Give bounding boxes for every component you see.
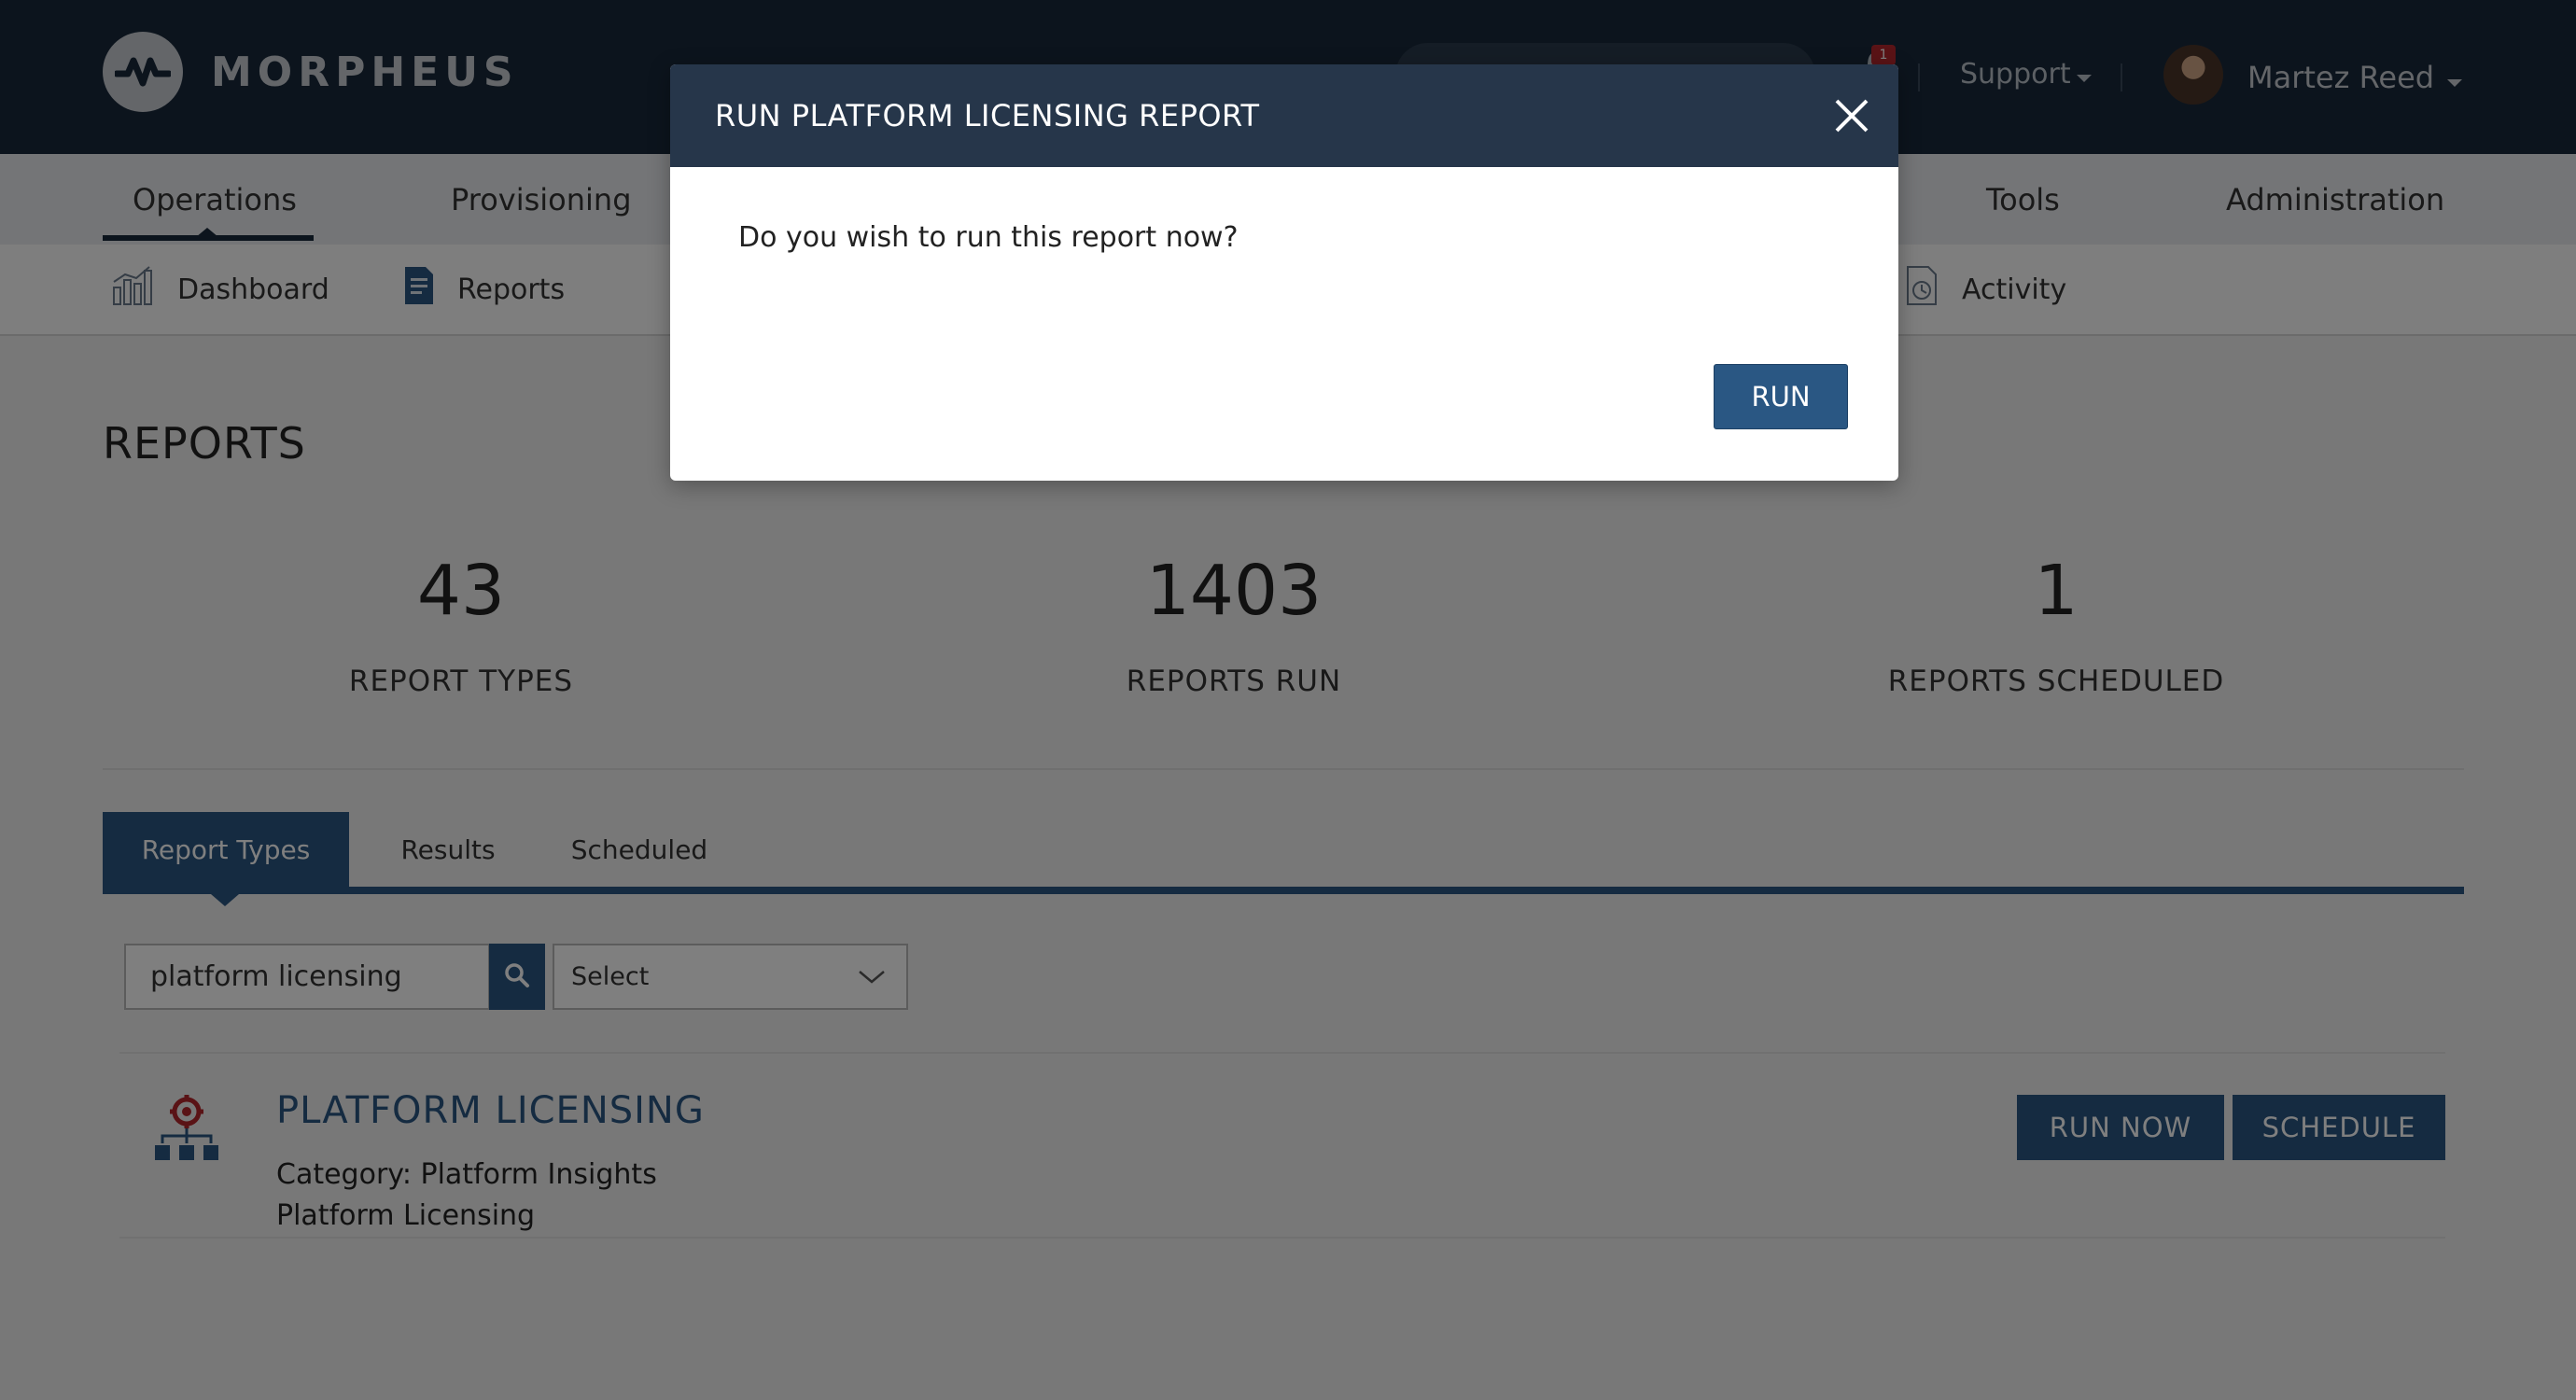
modal-title: RUN PLATFORM LICENSING REPORT	[715, 98, 1260, 133]
run-button[interactable]: RUN	[1714, 364, 1848, 429]
run-report-modal: RUN PLATFORM LICENSING REPORT Do you wis…	[670, 64, 1898, 481]
modal-message: Do you wish to run this report now?	[738, 221, 1239, 254]
modal-header: RUN PLATFORM LICENSING REPORT	[670, 64, 1898, 167]
close-icon[interactable]	[1831, 95, 1872, 136]
